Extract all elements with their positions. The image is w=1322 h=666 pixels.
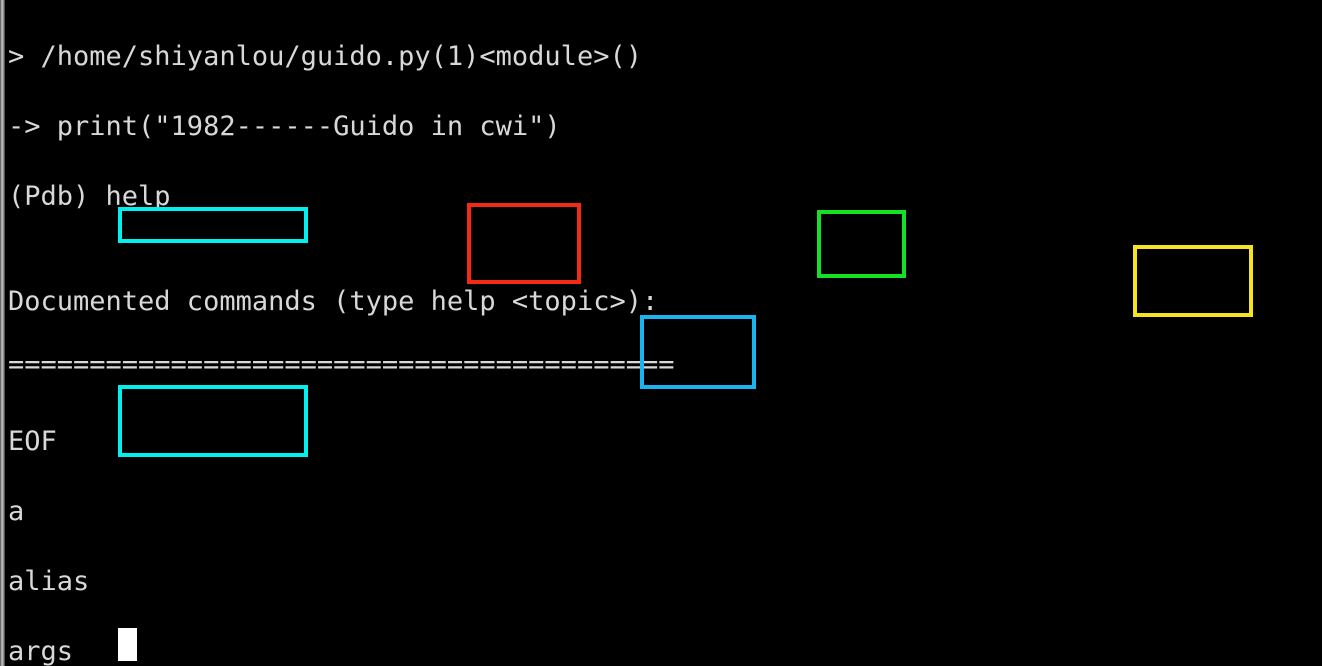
clipped-top-row — [8, 0, 1322, 6]
source-line: -> print("1982------Guido in cwi") — [8, 111, 561, 142]
prompt-help-line: (Pdb) help — [8, 181, 171, 212]
documented-commands-header: Documented commands (type help <topic>): — [8, 286, 659, 317]
text-cursor — [118, 628, 137, 661]
terminal-screen: > /home/shiyanlou/guido.py(1)<module>() … — [8, 0, 1322, 666]
window-left-border — [0, 0, 5, 666]
command-alias[interactable]: alias — [8, 564, 1322, 599]
highlight-h-help — [467, 203, 581, 284]
command-args[interactable]: args — [8, 634, 1322, 666]
command-eof[interactable]: EOF — [8, 424, 1322, 459]
highlight-q-quit — [817, 210, 906, 278]
command-a[interactable]: a — [8, 494, 1322, 529]
frame-location-line: > /home/shiyanlou/guido.py(1)<module>() — [8, 41, 642, 72]
documented-commands-rule: ========================================… — [8, 349, 675, 380]
terminal-window[interactable]: > /home/shiyanlou/guido.py(1)<module>() … — [0, 0, 1322, 666]
